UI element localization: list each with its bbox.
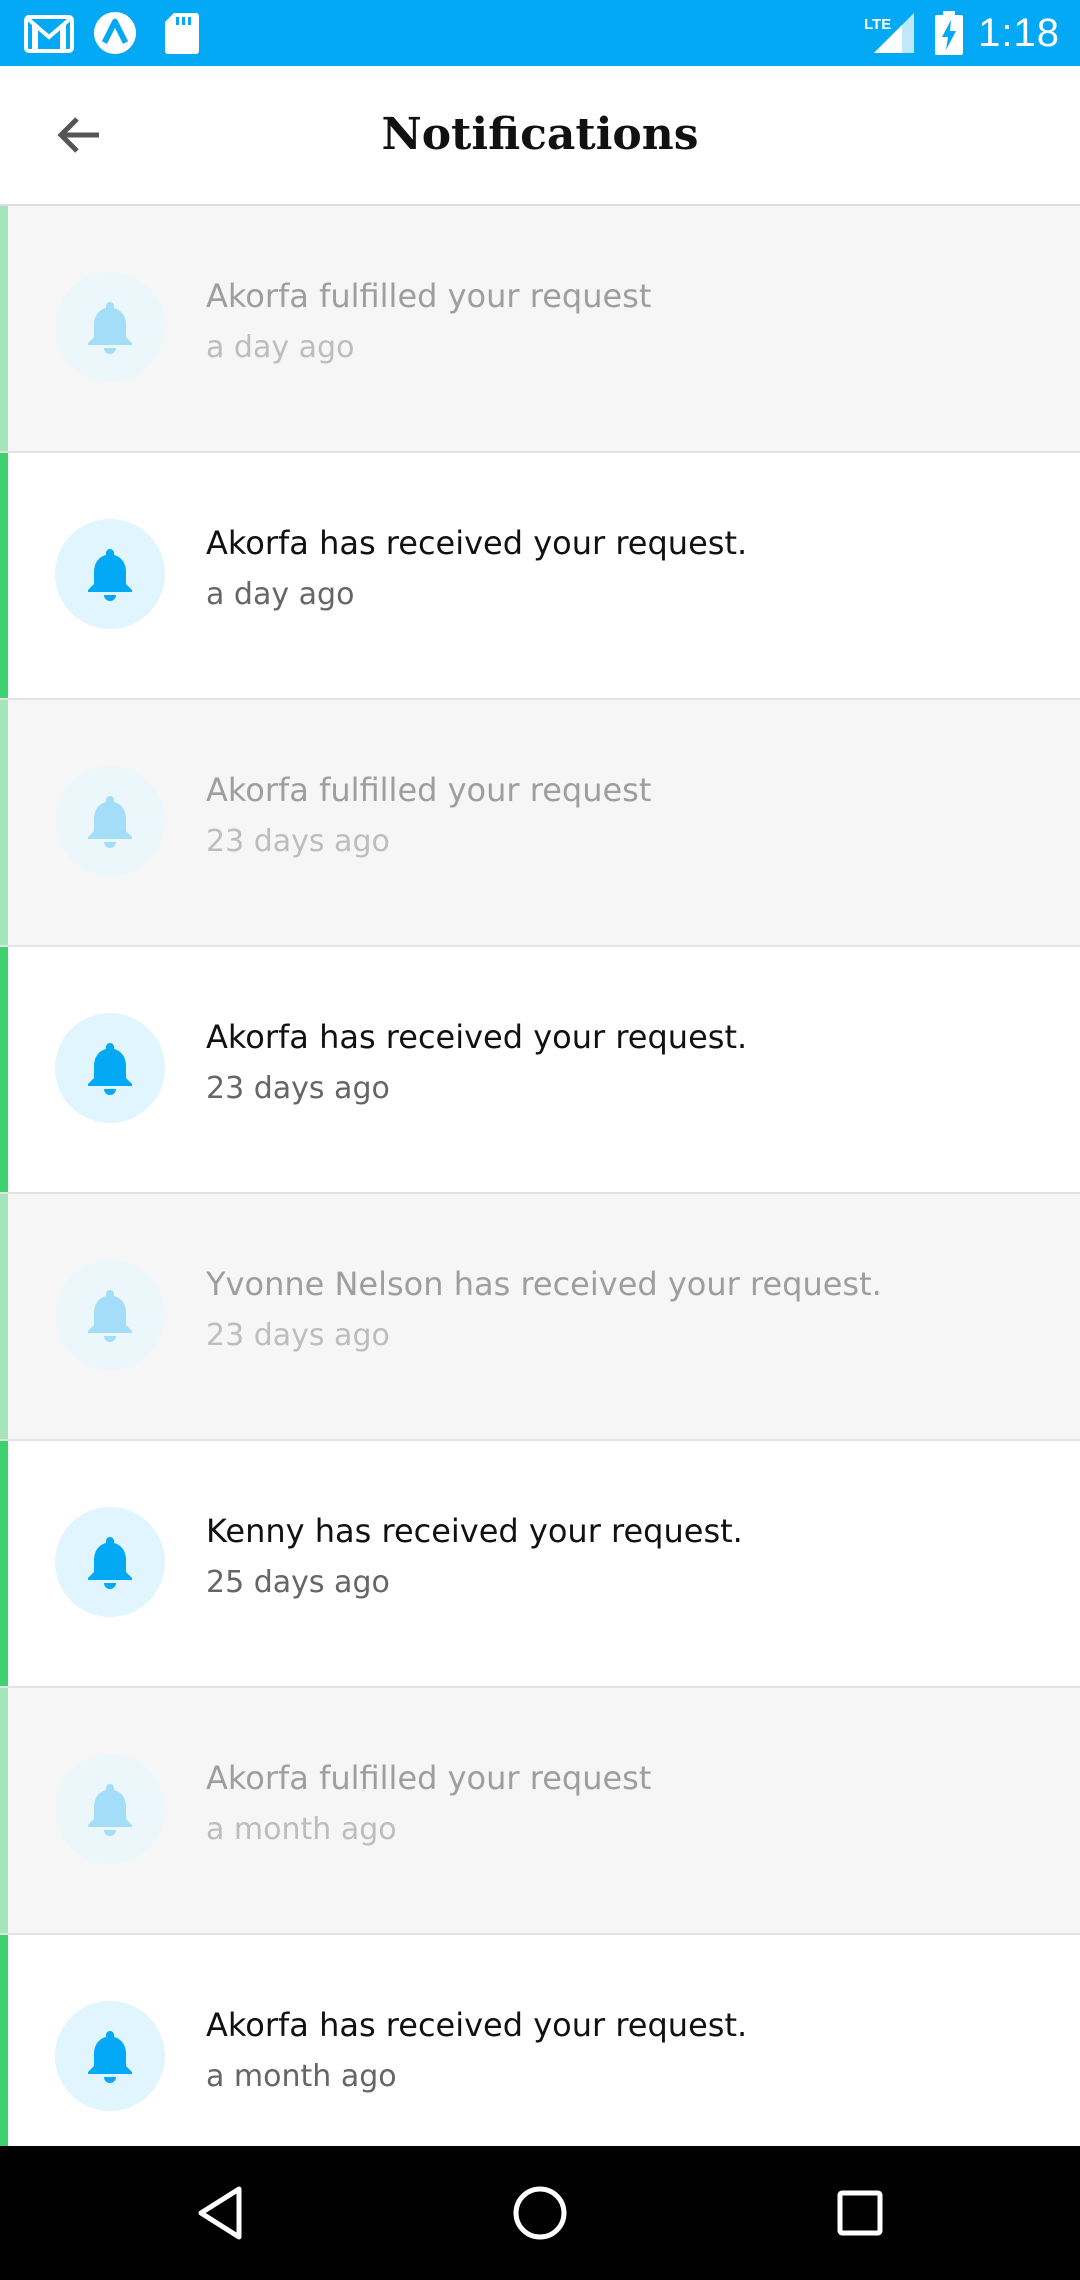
bell-avatar <box>55 1754 165 1864</box>
navigation-bar <box>0 2146 1080 2280</box>
bell-icon <box>88 302 132 354</box>
nav-home-button[interactable] <box>503 2176 577 2250</box>
unread-indicator-bar <box>0 1935 8 2146</box>
nav-back-button[interactable] <box>183 2176 257 2250</box>
notification-message: Kenny has received your request. <box>206 1512 743 1550</box>
bell-icon <box>88 1784 132 1836</box>
unread-indicator-bar <box>0 1194 8 1439</box>
unread-indicator-bar <box>0 453 8 698</box>
app-bar: Notifications <box>0 66 1080 206</box>
notification-message: Akorfa fulfilled your request <box>206 771 652 809</box>
battery-charging-icon <box>935 11 963 55</box>
notification-item[interactable]: Akorfa has received your request. 23 days… <box>0 947 1080 1194</box>
nav-recents-button[interactable] <box>823 2176 897 2250</box>
status-time: 1:18 <box>978 11 1060 55</box>
notification-item[interactable]: Akorfa fulfilled your request a day ago <box>0 206 1080 453</box>
notification-message: Akorfa fulfilled your request <box>206 277 652 315</box>
unread-indicator-bar <box>0 1688 8 1933</box>
bell-avatar <box>55 766 165 876</box>
notification-time: a day ago <box>206 577 355 612</box>
unread-indicator-bar <box>0 206 8 451</box>
notification-message: Yvonne Nelson has received your request. <box>206 1265 882 1303</box>
unread-indicator-bar <box>0 1441 8 1686</box>
bell-avatar <box>55 1260 165 1370</box>
home-circle-icon <box>513 2186 567 2240</box>
bell-icon <box>88 796 132 848</box>
recents-square-icon <box>837 2190 883 2236</box>
notification-item[interactable]: Akorfa has received your request. a day a… <box>0 453 1080 700</box>
bell-avatar <box>55 272 165 382</box>
back-triangle-icon <box>198 2186 242 2240</box>
notification-message: Akorfa has received your request. <box>206 1018 748 1056</box>
svg-text:LTE: LTE <box>864 16 891 33</box>
notification-message: Akorfa fulfilled your request <box>206 1759 652 1797</box>
bell-avatar <box>55 1507 165 1617</box>
gmail-icon <box>24 15 74 53</box>
sd-card-icon <box>165 13 199 54</box>
page-title: Notifications <box>381 109 699 160</box>
notification-message: Akorfa has received your request. <box>206 524 748 562</box>
notification-item[interactable]: Yvonne Nelson has received your request.… <box>0 1194 1080 1441</box>
notification-time: 25 days ago <box>206 1565 390 1600</box>
unread-indicator-bar <box>0 700 8 945</box>
bell-icon <box>88 2031 132 2083</box>
notification-time: 23 days ago <box>206 824 390 859</box>
notification-list: Akorfa fulfilled your request a day ago Ak… <box>0 206 1080 2146</box>
notification-time: 23 days ago <box>206 1071 390 1106</box>
notification-time: a month ago <box>206 1812 397 1847</box>
bell-avatar <box>55 519 165 629</box>
notification-item[interactable]: Akorfa fulfilled your request a month ago <box>0 1688 1080 1935</box>
notification-time: 23 days ago <box>206 1318 390 1353</box>
app-notification-icon <box>93 11 137 55</box>
bell-icon <box>88 1043 132 1095</box>
bell-icon <box>88 549 132 601</box>
bell-icon <box>88 1537 132 1589</box>
unread-indicator-bar <box>0 947 8 1192</box>
notification-message: Akorfa has received your request. <box>206 2006 748 2044</box>
lte-signal-icon: LTE <box>864 13 914 53</box>
bell-avatar <box>55 2001 165 2111</box>
notification-time: a month ago <box>206 2059 397 2094</box>
notification-item[interactable]: Kenny has received your request. 25 days … <box>0 1441 1080 1688</box>
notification-item[interactable]: Akorfa has received your request. a month… <box>0 1935 1080 2146</box>
notification-item[interactable]: Akorfa fulfilled your request 23 days ago <box>0 700 1080 947</box>
notification-time: a day ago <box>206 330 355 365</box>
bell-icon <box>88 1290 132 1342</box>
bell-avatar <box>55 1013 165 1123</box>
status-bar: LTE 1:18 <box>0 0 1080 66</box>
